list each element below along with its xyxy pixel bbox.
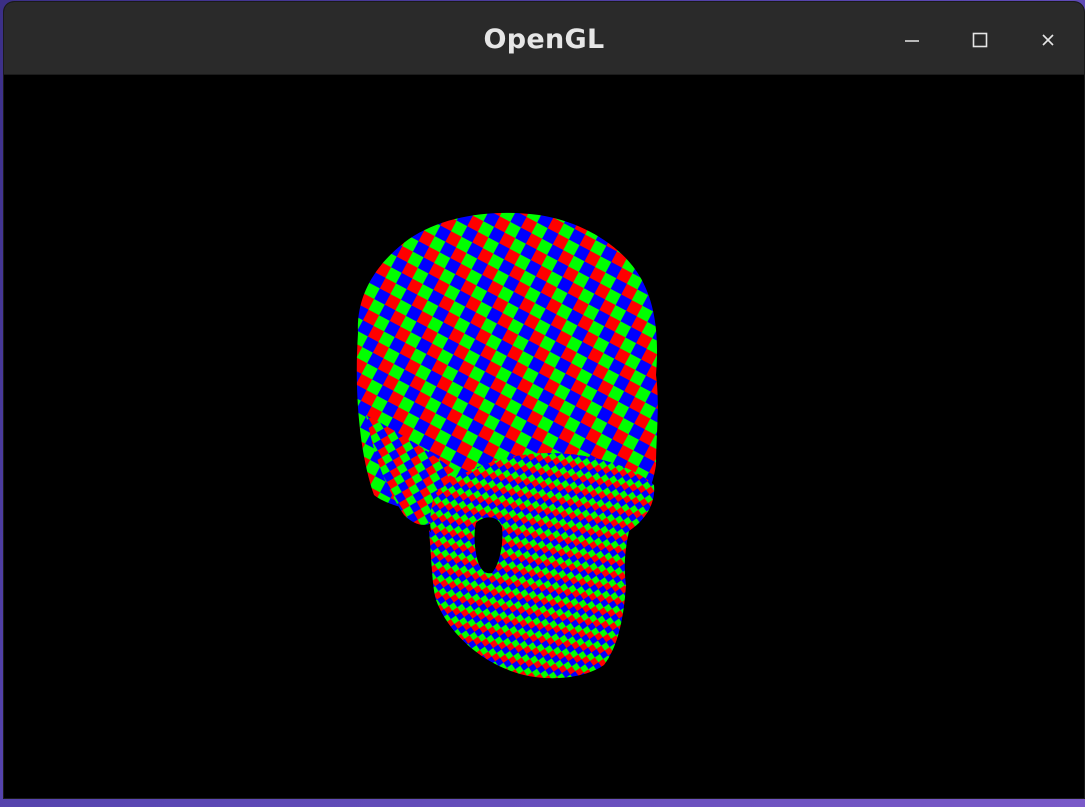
skull-render [356,212,658,679]
minimize-icon [905,40,919,42]
maximize-button[interactable] [960,20,1000,60]
close-button[interactable] [1028,20,1068,60]
maximize-icon [972,32,988,48]
minimize-button[interactable] [892,20,932,60]
close-icon [1042,34,1054,46]
opengl-window: OpenGL [4,2,1084,798]
title-bar[interactable]: OpenGL [4,2,1084,75]
opengl-viewport[interactable] [4,75,1084,798]
